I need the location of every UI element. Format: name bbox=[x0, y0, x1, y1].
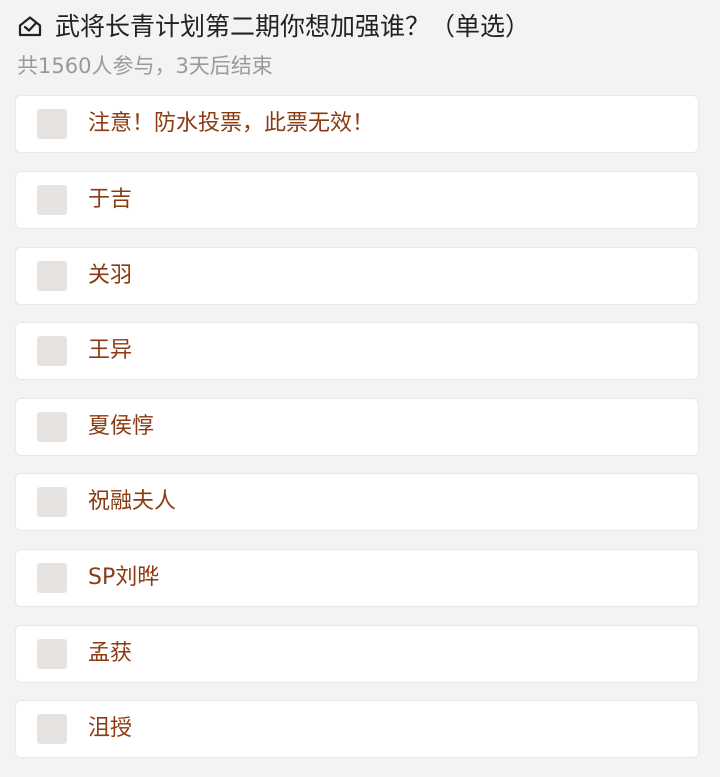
poll-option[interactable]: 沮授 bbox=[15, 700, 699, 758]
checkbox[interactable] bbox=[37, 336, 67, 366]
poll-option[interactable]: 于吉 bbox=[15, 171, 699, 229]
checkbox[interactable] bbox=[37, 261, 67, 291]
checkbox[interactable] bbox=[37, 714, 67, 744]
checkbox[interactable] bbox=[37, 563, 67, 593]
checkbox[interactable] bbox=[37, 109, 67, 139]
poll-option[interactable]: 王异 bbox=[15, 322, 699, 380]
checkbox[interactable] bbox=[37, 185, 67, 215]
poll-title: 武将长青计划第二期你想加强谁？（单选） bbox=[55, 11, 531, 41]
poll-option[interactable]: SP刘晔 bbox=[15, 549, 699, 607]
poll-option[interactable]: 夏侯惇 bbox=[15, 398, 699, 456]
checkbox[interactable] bbox=[37, 487, 67, 517]
poll-option[interactable]: 关羽 bbox=[15, 247, 699, 305]
option-label: SP刘晔 bbox=[88, 565, 160, 590]
option-label: 祝融夫人 bbox=[88, 489, 177, 514]
checkmark-envelope-icon bbox=[17, 13, 43, 39]
option-label: 关羽 bbox=[88, 263, 133, 288]
checkbox[interactable] bbox=[37, 639, 67, 669]
poll-option[interactable]: 祝融夫人 bbox=[15, 473, 699, 531]
poll-option[interactable]: 注意！防水投票，此票无效！ bbox=[15, 95, 699, 153]
option-label: 孟获 bbox=[88, 641, 133, 666]
option-label: 沮授 bbox=[88, 716, 133, 741]
poll-meta: 共1560人参与，3天后结束 bbox=[17, 54, 273, 78]
poll-header: 武将长青计划第二期你想加强谁？（单选） bbox=[17, 6, 707, 46]
option-label: 注意！防水投票，此票无效！ bbox=[88, 111, 375, 136]
option-label: 于吉 bbox=[88, 187, 133, 212]
checkbox[interactable] bbox=[37, 412, 67, 442]
option-label: 夏侯惇 bbox=[88, 414, 155, 439]
poll: 武将长青计划第二期你想加强谁？（单选） 共1560人参与，3天后结束 注意！防水… bbox=[0, 0, 720, 777]
option-label: 王异 bbox=[88, 338, 133, 363]
poll-option[interactable]: 孟获 bbox=[15, 625, 699, 683]
